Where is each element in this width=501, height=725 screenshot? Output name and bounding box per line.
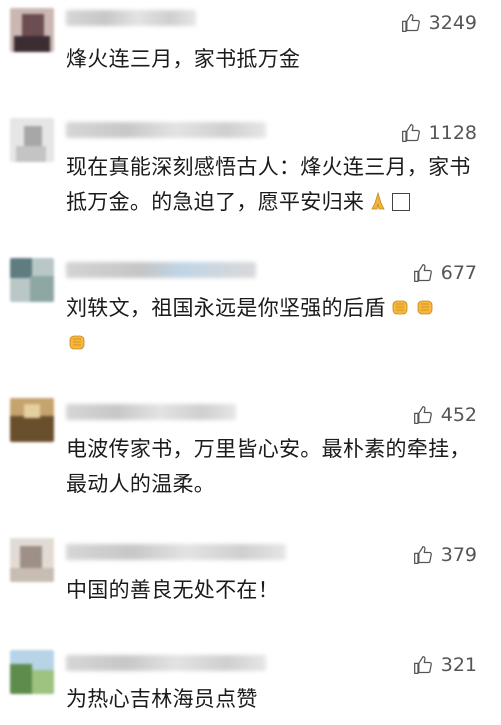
thumbs-up-icon bbox=[413, 656, 432, 674]
like-button[interactable]: 321 bbox=[413, 654, 477, 676]
unknown-emoji-box bbox=[392, 193, 411, 211]
thumbs-up-icon bbox=[401, 14, 420, 32]
like-button[interactable]: 379 bbox=[413, 544, 477, 566]
pray-emoji bbox=[367, 188, 389, 210]
avatar[interactable] bbox=[10, 538, 54, 582]
like-count: 677 bbox=[440, 262, 477, 284]
comment-text: 中国的善良无处不在！ bbox=[66, 578, 279, 602]
fist-emoji bbox=[66, 329, 88, 351]
comment-text: 现在真能深刻感悟古人：烽火连三月，家书抵万金。的急迫了，愿平安归来 bbox=[66, 155, 471, 214]
like-count: 3249 bbox=[428, 12, 477, 34]
username-blurred[interactable] bbox=[66, 122, 266, 138]
fist-emoji bbox=[414, 294, 436, 316]
avatar[interactable] bbox=[10, 118, 54, 162]
like-count: 452 bbox=[440, 404, 477, 426]
thumbs-up-icon bbox=[413, 264, 432, 282]
username-blurred[interactable] bbox=[66, 544, 286, 560]
like-button[interactable]: 1128 bbox=[401, 122, 477, 144]
like-button[interactable]: 452 bbox=[413, 404, 477, 426]
thumbs-up-icon bbox=[413, 546, 432, 564]
username-blurred[interactable] bbox=[66, 655, 266, 671]
username-blurred[interactable] bbox=[66, 404, 236, 420]
like-count: 379 bbox=[440, 544, 477, 566]
avatar[interactable] bbox=[10, 258, 54, 302]
username-blurred[interactable] bbox=[66, 10, 196, 26]
comment-text: 烽火连三月，家书抵万金 bbox=[66, 47, 301, 71]
avatar[interactable] bbox=[10, 8, 54, 52]
like-count: 1128 bbox=[428, 122, 477, 144]
fist-emoji bbox=[389, 294, 411, 316]
thumbs-up-icon bbox=[401, 124, 420, 142]
avatar[interactable] bbox=[10, 398, 54, 442]
username-blurred[interactable] bbox=[66, 262, 256, 278]
comment-text: 电波传家书，万里皆心安。最朴素的牵挂，最动人的温柔。 bbox=[66, 437, 471, 496]
avatar[interactable] bbox=[10, 650, 54, 694]
like-button[interactable]: 3249 bbox=[401, 12, 477, 34]
like-button[interactable]: 677 bbox=[413, 262, 477, 284]
thumbs-up-icon bbox=[413, 406, 432, 424]
comment-text: 刘轶文，祖国永远是你坚强的后盾 bbox=[66, 291, 481, 361]
comment-text: 为热心吉林海员点赞 bbox=[66, 687, 258, 711]
like-count: 321 bbox=[440, 654, 477, 676]
